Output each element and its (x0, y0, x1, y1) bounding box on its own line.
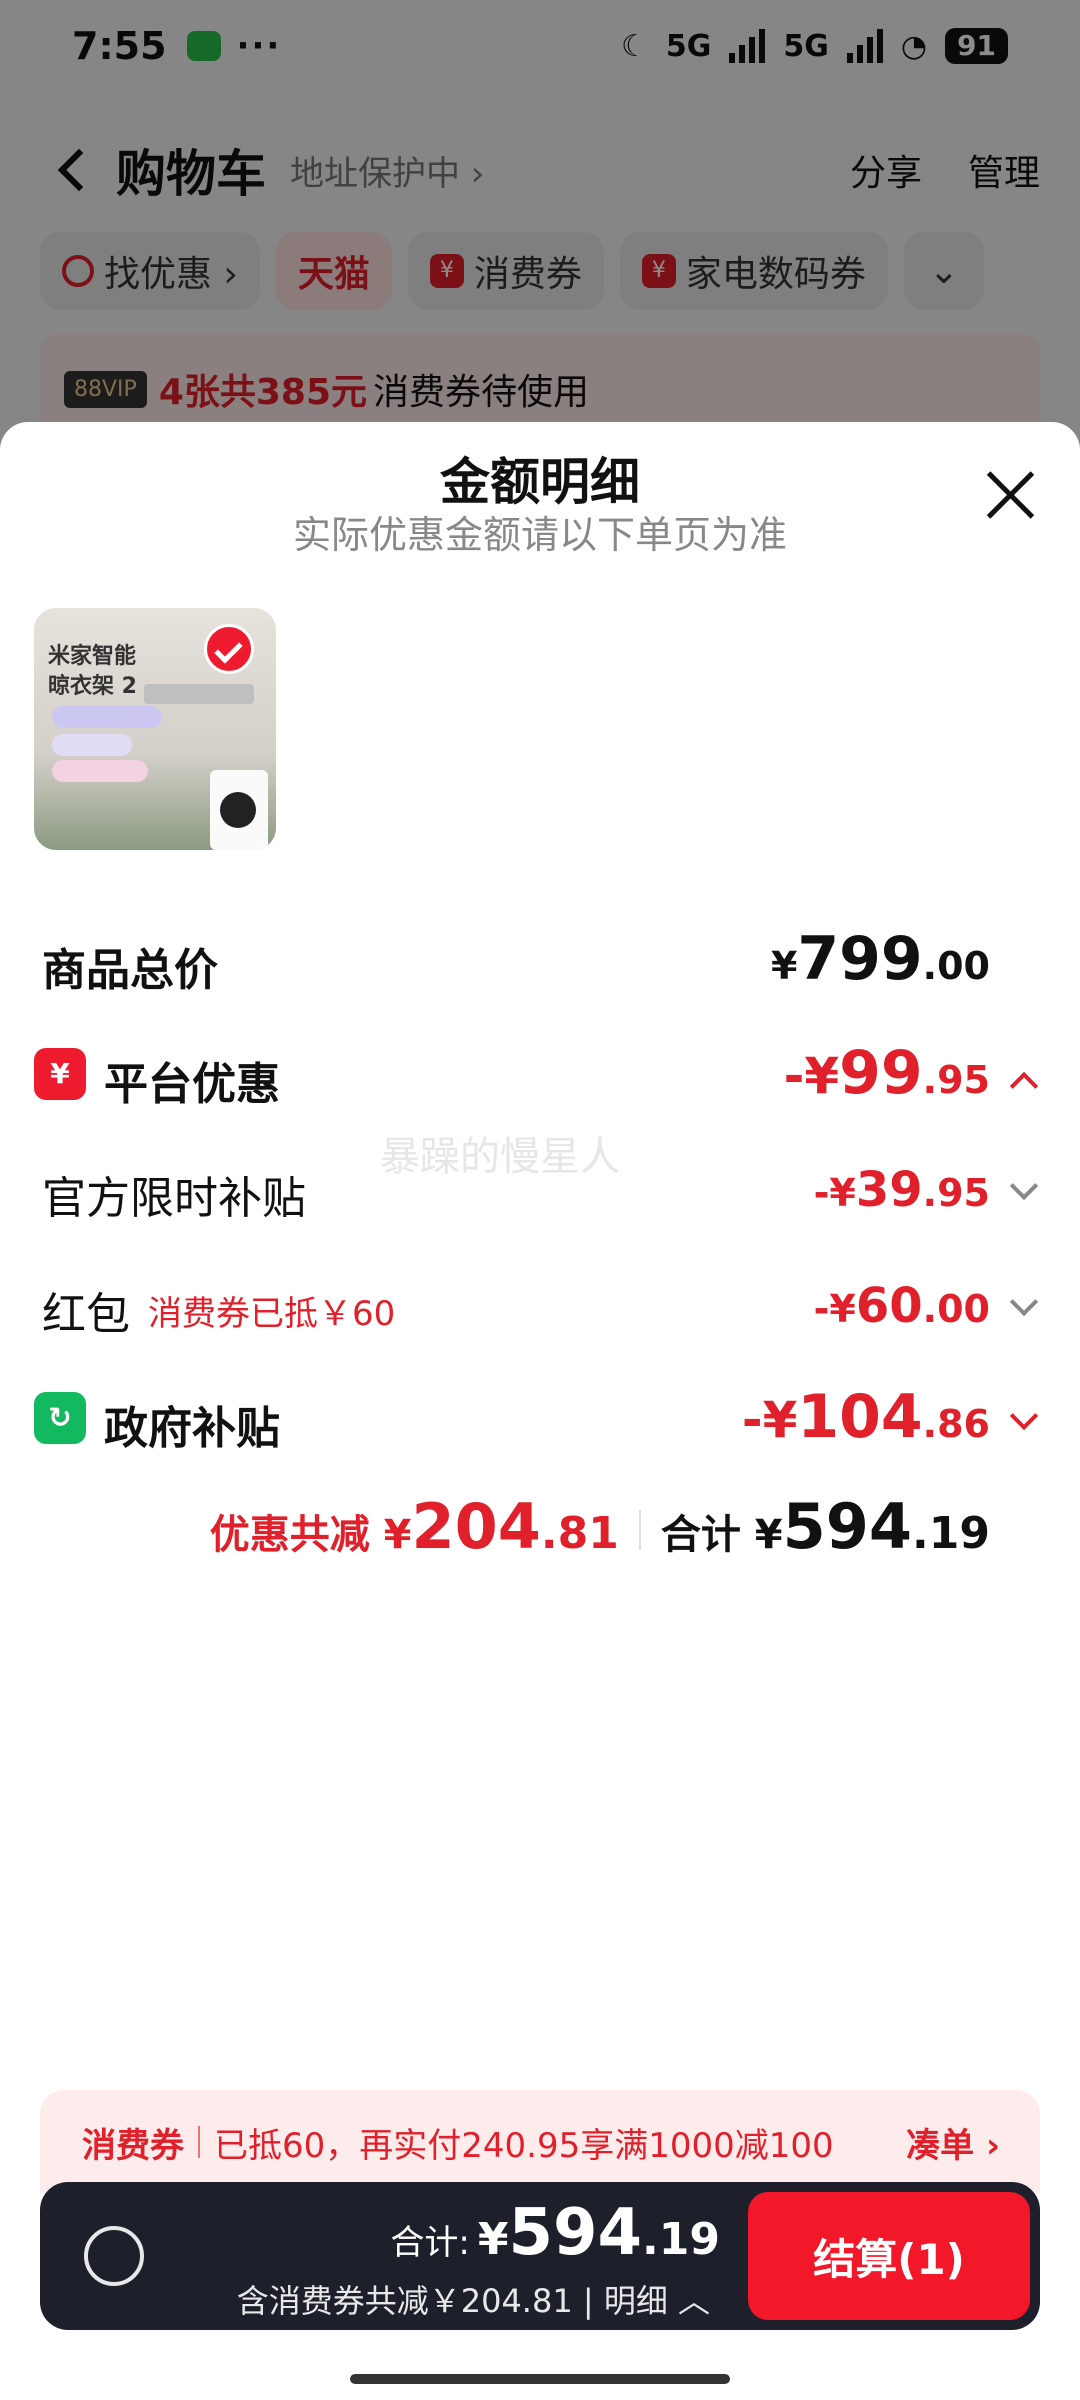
sum-label: 合计 ¥ (660, 1512, 783, 1558)
amount-int: 799 (797, 924, 923, 994)
checkout-currency: ¥ (477, 2214, 509, 2265)
selected-check-icon[interactable] (204, 624, 254, 674)
red-packet-label: 红包 (42, 1289, 130, 1340)
platform-coupon-icon: ¥ (34, 1048, 86, 1100)
amount-int: 60 (855, 1278, 923, 1334)
product-thumbnail[interactable]: 米家智能 晾衣架 2 (34, 608, 276, 850)
amount-prefix: -¥ (813, 1171, 856, 1215)
coupon-promo-bar[interactable]: 消费券 已抵60，再实付240.95享满1000减100 凑单 › (40, 2090, 1040, 2194)
row-platform-discount[interactable]: ¥ 平台优惠 -¥99.95 (0, 1038, 1080, 1118)
promo-tag: 消费券 (82, 2125, 184, 2166)
amount-prefix: -¥ (783, 1047, 840, 1105)
amount-dec: .00 (922, 1287, 990, 1331)
checkout-total-dec: .19 (642, 2214, 720, 2265)
chevron-down-icon[interactable] (1009, 1401, 1039, 1431)
amount-prefix: -¥ (813, 1287, 856, 1331)
amount-dec: .95 (922, 1171, 990, 1215)
discount-total-dec: .81 (540, 1508, 619, 1559)
government-subsidy-label: 政府补贴 (104, 1403, 280, 1454)
home-indicator[interactable] (350, 2374, 730, 2384)
product-image-line1: 米家智能 (48, 644, 137, 669)
row-government-subsidy[interactable]: ↻ 政府补贴 -¥104.86 (0, 1382, 1080, 1462)
sheet-subtitle: 实际优惠金额请以下单页为准 (292, 513, 787, 557)
total-price-label: 商品总价 (42, 945, 218, 996)
sum-dec: .19 (912, 1508, 990, 1559)
amount-int: 99 (839, 1038, 923, 1108)
currency: ¥ (770, 944, 798, 988)
divider (198, 2126, 200, 2158)
chevron-up-icon[interactable] (1009, 1071, 1039, 1101)
checkout-bar: 合计: ¥ 594 .19 含消费券共减￥204.81 | 明细 ︿ 结算(1) (40, 2182, 1040, 2330)
platform-discount-label: 平台优惠 (104, 1059, 280, 1110)
total-price-amount: ¥799.00 (771, 924, 990, 994)
product-image-line2: 晾衣架 2 (48, 674, 137, 699)
discount-summary: 优惠共减 ¥ 204 .81 合计 ¥ 594 .19 (210, 1490, 990, 1570)
red-packet-amount: -¥60.00 (814, 1278, 990, 1334)
checkout-detail-toggle[interactable]: 含消费券共减￥204.81 | 明细 ︿ (237, 2276, 710, 2322)
amount-dec: .95 (922, 1058, 990, 1102)
red-packet-note: 消费券已抵￥60 (148, 1294, 396, 1334)
product-image-caption: 米家智能 晾衣架 2 (48, 642, 137, 702)
image-tag (52, 706, 162, 728)
checkout-button[interactable]: 结算(1) (748, 2192, 1030, 2320)
row-red-packet[interactable]: 红包 消费券已抵￥60 -¥60.00 (0, 1270, 1080, 1350)
image-tag (52, 734, 132, 756)
amount-prefix: -¥ (741, 1391, 798, 1449)
sum-int: 594 (782, 1490, 913, 1563)
amount-dec: .86 (922, 1402, 990, 1446)
amount-dec: .00 (922, 944, 990, 988)
add-items-link[interactable]: 凑单 › (906, 2118, 1000, 2167)
platform-discount-amount: -¥99.95 (784, 1038, 990, 1108)
checkout-total: 合计: ¥ 594 .19 (390, 2196, 720, 2270)
image-tag (52, 760, 148, 782)
select-all-checkbox[interactable] (84, 2226, 144, 2286)
divider (638, 1510, 641, 1550)
drying-rack-image (144, 684, 254, 704)
official-subsidy-label: 官方限时补贴 (42, 1173, 306, 1224)
amount-int: 104 (797, 1382, 923, 1452)
washer-image (210, 770, 268, 850)
official-subsidy-amount: -¥39.95 (814, 1162, 990, 1218)
row-total-price: 商品总价 ¥799.00 (0, 924, 1080, 1004)
government-subsidy-icon: ↻ (34, 1392, 86, 1444)
chevron-down-icon[interactable] (1009, 1171, 1039, 1201)
close-icon[interactable] (984, 468, 1038, 522)
checkout-total-int: 594 (508, 2196, 643, 2270)
watermark-text: 暴躁的慢星人 (380, 1134, 620, 1180)
amount-int: 39 (855, 1162, 923, 1218)
government-subsidy-amount: -¥104.86 (742, 1382, 990, 1452)
chevron-down-icon[interactable] (1009, 1287, 1039, 1317)
checkout-total-label: 合计: (390, 2223, 470, 2263)
promo-text: 已抵60，再实付240.95享满1000减100 (214, 2125, 834, 2166)
discount-total-label: 优惠共减 ¥ (209, 1512, 412, 1558)
discount-total-int: 204 (411, 1490, 541, 1563)
